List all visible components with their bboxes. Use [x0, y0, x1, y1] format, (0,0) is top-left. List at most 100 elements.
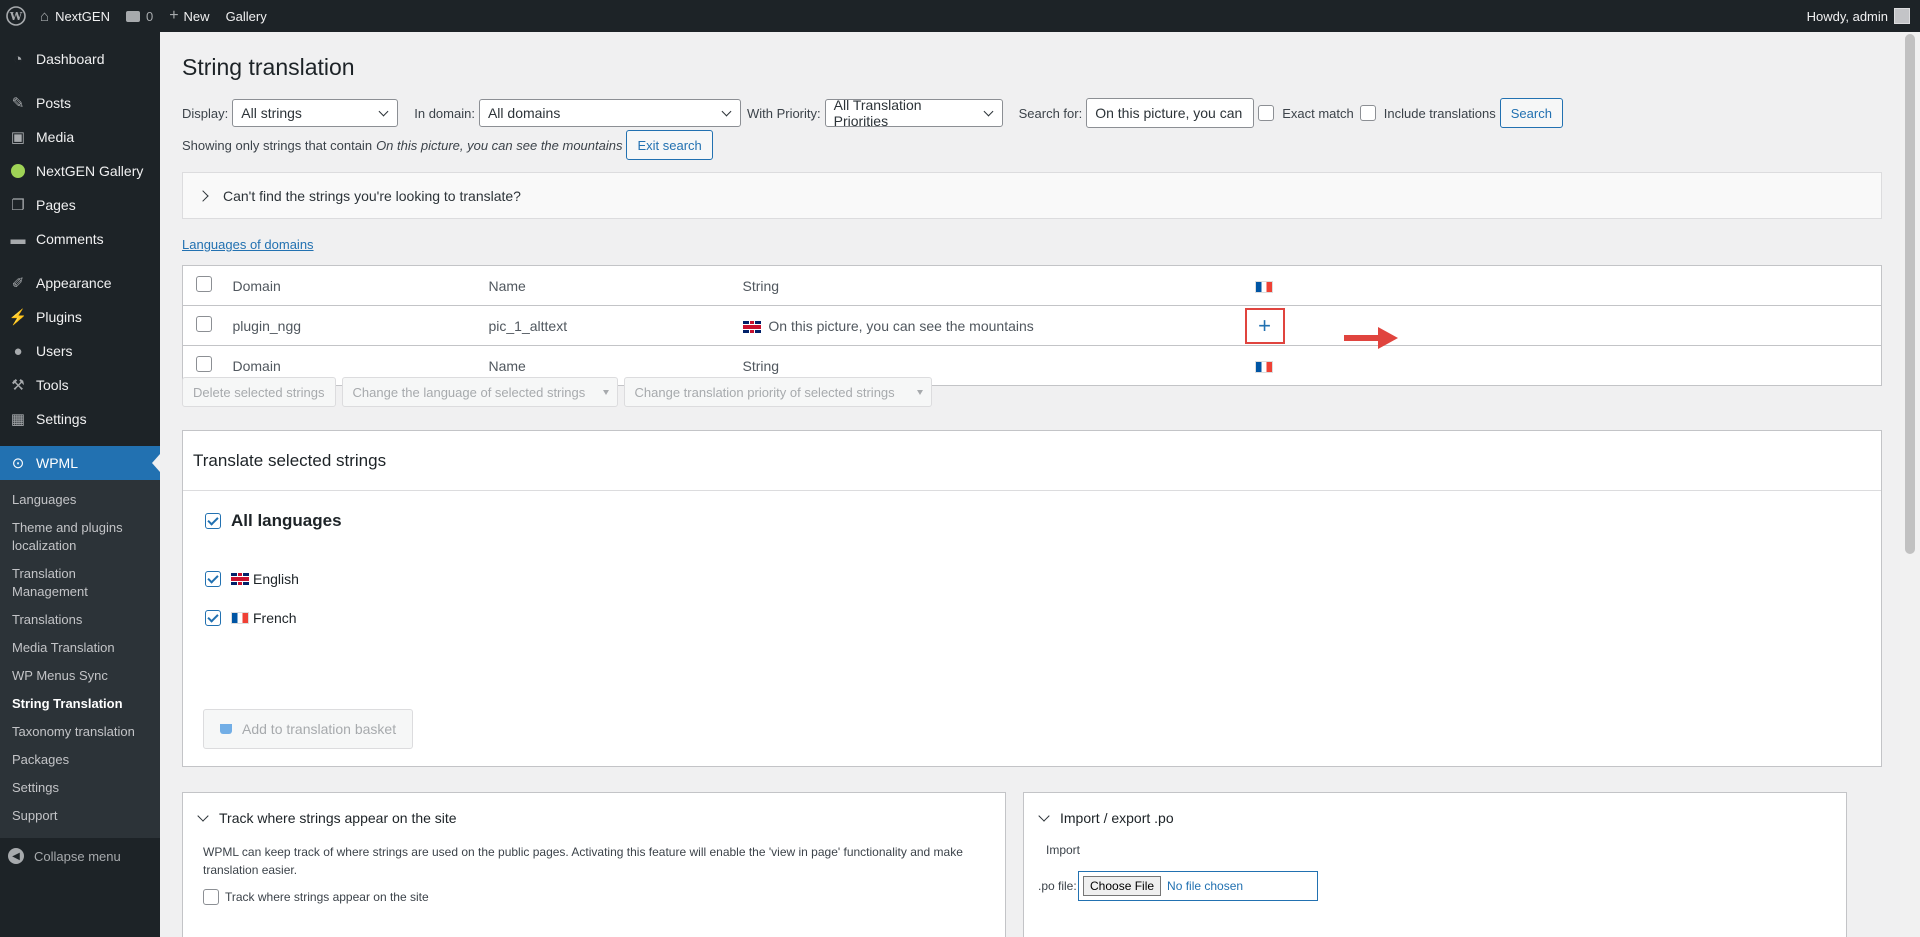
english-flag-icon	[742, 320, 761, 333]
english-flag-icon	[231, 573, 249, 585]
search-button[interactable]: Search	[1499, 98, 1563, 128]
menu-settings[interactable]: ▦ Settings	[0, 402, 160, 436]
search-filter-notice: Showing only strings that contain On thi…	[182, 130, 713, 160]
submenu-translations[interactable]: Translations	[0, 606, 160, 634]
priority-select[interactable]: All Translation Priorities	[824, 97, 1003, 129]
french-flag-icon	[1254, 280, 1273, 293]
menu-media[interactable]: ▣ Media	[0, 120, 160, 154]
change-language-select[interactable]: Change the language of selected strings	[341, 377, 618, 407]
file-input[interactable]: Choose File No file chosen	[1078, 871, 1318, 901]
column-domain[interactable]: Domain	[232, 265, 489, 306]
home-icon: ⌂	[40, 7, 50, 25]
table-header-row: Domain Name String	[182, 265, 1882, 306]
pin-icon: ✎	[11, 95, 25, 112]
add-french-translation-button[interactable]: +	[1244, 307, 1285, 344]
translate-selected-title: Translate selected strings	[183, 431, 1881, 491]
submenu-wp-menus-sync[interactable]: WP Menus Sync	[0, 662, 160, 690]
delete-selected-strings-button[interactable]: Delete selected strings	[182, 377, 336, 407]
menu-pages[interactable]: ❐ Pages	[0, 188, 160, 222]
domain-select[interactable]: All domains	[478, 99, 741, 127]
brush-icon: ✐	[11, 275, 25, 292]
select-all-checkbox[interactable]	[196, 276, 212, 292]
plugin-icon: ⚡	[8, 309, 28, 326]
submenu-settings[interactable]: Settings	[0, 774, 160, 802]
page-title: String translation	[182, 54, 355, 80]
admin-bar: W ⌂ NextGEN 0 + New Gallery Howdy, admin	[0, 0, 1920, 32]
submenu-translation-management[interactable]: Translation Management	[0, 560, 160, 606]
display-select[interactable]: All strings	[232, 99, 399, 127]
menu-dashboard[interactable]: ◔ Dashboard	[0, 42, 160, 76]
select-all-footer-checkbox[interactable]	[196, 356, 212, 372]
media-icon: ▣	[10, 129, 26, 146]
import-label: Import	[1046, 843, 1081, 857]
chevron-down-icon	[197, 810, 209, 822]
row-domain: plugin_ngg	[232, 305, 489, 346]
menu-appearance[interactable]: ✐ Appearance	[0, 266, 160, 300]
settings-icon: ▦	[10, 411, 26, 428]
row-name: pic_1_alttext	[488, 305, 743, 346]
table-row: plugin_ngg pic_1_alttext On this picture…	[182, 305, 1882, 346]
exact-match-checkbox[interactable]	[1258, 105, 1275, 121]
choose-file-button[interactable]: Choose File	[1083, 876, 1162, 896]
submenu-theme-plugins-localization[interactable]: Theme and plugins localization	[0, 514, 160, 560]
comments-icon: ▬	[10, 230, 26, 248]
filter-bar: Display: All strings In domain: All doma…	[182, 97, 1563, 129]
all-languages-checkbox[interactable]	[205, 513, 221, 529]
wordpress-logo-icon[interactable]: W	[0, 0, 32, 32]
cant-find-strings-toggle[interactable]: Can't find the strings you're looking to…	[182, 172, 1882, 219]
menu-comments[interactable]: ▬ Comments	[0, 222, 160, 256]
track-strings-description: WPML can keep track of where strings are…	[203, 845, 963, 877]
menu-users[interactable]: ● Users	[0, 334, 160, 368]
track-strings-toggle[interactable]: Track where strings appear on the site	[183, 793, 1005, 843]
french-row: French	[205, 610, 297, 626]
submenu-string-translation[interactable]: String Translation	[0, 690, 160, 718]
comments-link[interactable]: 0	[118, 0, 161, 32]
domain-label: In domain:	[414, 105, 475, 121]
submenu-packages[interactable]: Packages	[0, 746, 160, 774]
add-to-translation-basket-button[interactable]: Add to translation basket	[203, 709, 414, 749]
change-priority-select[interactable]: Change translation priority of selected …	[623, 377, 932, 407]
search-input[interactable]: On this picture, you can	[1086, 98, 1255, 128]
menu-plugins[interactable]: ⚡ Plugins	[0, 300, 160, 334]
my-account[interactable]: Howdy, admin	[1807, 8, 1920, 24]
submenu-languages[interactable]: Languages	[0, 486, 160, 514]
dashboard-icon: ◔	[13, 50, 23, 68]
french-checkbox[interactable]	[205, 610, 221, 626]
import-export-box: Import / export .po Import .po file: Cho…	[1023, 792, 1847, 937]
menu-wpml[interactable]: ⊙ WPML	[0, 446, 160, 480]
strings-table: Domain Name String plugin_ngg pic_1_altt…	[182, 265, 1882, 386]
include-translations-checkbox[interactable]	[1359, 105, 1376, 121]
pages-icon: ❐	[11, 197, 25, 214]
red-arrow-pointer-icon	[1344, 327, 1398, 349]
import-export-toggle[interactable]: Import / export .po	[1024, 793, 1846, 843]
wpml-submenu: Languages Theme and plugins localization…	[0, 480, 160, 838]
svg-text:W: W	[9, 10, 23, 23]
row-checkbox[interactable]	[196, 316, 212, 332]
site-name-link[interactable]: ⌂ NextGEN	[32, 0, 118, 32]
submenu-taxonomy-translation[interactable]: Taxonomy translation	[0, 718, 160, 746]
all-languages-row: All languages	[205, 511, 342, 531]
menu-posts[interactable]: ✎ Posts	[0, 86, 160, 120]
plus-icon: +	[169, 7, 179, 24]
track-strings-box: Track where strings appear on the site W…	[182, 792, 1006, 937]
search-label: Search for:	[1018, 105, 1083, 121]
track-strings-checkbox[interactable]	[203, 889, 219, 905]
menu-tools[interactable]: ⚒ Tools	[0, 368, 160, 402]
gallery-link[interactable]: Gallery	[218, 0, 275, 32]
column-string[interactable]: String	[742, 265, 1255, 306]
languages-of-domains-link[interactable]: Languages of domains	[182, 237, 314, 252]
submenu-support[interactable]: Support	[0, 802, 160, 830]
collapse-menu-button[interactable]: ◀ Collapse menu	[0, 838, 160, 874]
scrollbar-thumb[interactable]	[1905, 34, 1915, 554]
submenu-media-translation[interactable]: Media Translation	[0, 634, 160, 662]
translate-selected-panel: Translate selected strings All languages…	[182, 430, 1882, 767]
page-scrollbar[interactable]	[1900, 32, 1920, 937]
menu-nextgen-gallery[interactable]: NextGEN Gallery	[0, 154, 160, 188]
row-string: On this picture, you can see the mountai…	[742, 305, 1255, 346]
exact-match-label: Exact match	[1282, 105, 1354, 121]
english-checkbox[interactable]	[205, 571, 221, 587]
column-name[interactable]: Name	[488, 265, 743, 306]
wrench-icon: ⚒	[11, 377, 25, 394]
new-content-link[interactable]: + New	[161, 0, 217, 32]
exit-search-button[interactable]: Exit search	[626, 130, 713, 160]
